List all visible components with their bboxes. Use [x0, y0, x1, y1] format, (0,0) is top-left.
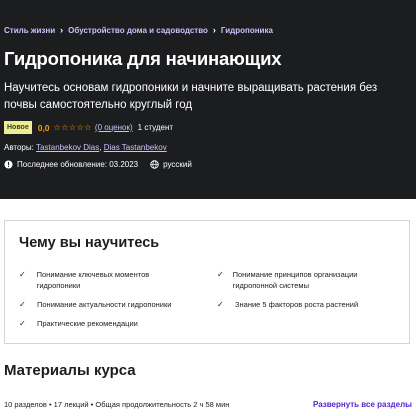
chevron-right-icon: ›: [60, 25, 64, 35]
star-rating-icon: ☆☆☆☆☆: [53, 123, 92, 132]
what-you-learn-title: Чему вы научитесь: [19, 235, 160, 251]
learn-item: ✓ Практические рекомендации: [19, 319, 138, 328]
breadcrumb-home-garden[interactable]: Обустройство дома и садоводство: [68, 26, 208, 35]
expand-all-sections-button[interactable]: Развернуть все разделы: [313, 400, 412, 409]
author-link[interactable]: Dias Tastanbekov: [104, 143, 167, 152]
breadcrumb: Стиль жизни › Обустройство дома и садово…: [4, 25, 273, 35]
course-subtitle: Научитесь основам гидропоники и начните …: [4, 82, 378, 111]
authors-row: Авторы: Tastanbekov Dias, Dias Tastanbek…: [4, 143, 167, 152]
authors-label: Авторы:: [4, 143, 34, 152]
globe-icon: [150, 160, 159, 169]
breadcrumb-lifestyle[interactable]: Стиль жизни: [4, 26, 55, 35]
check-icon: ✓: [217, 300, 224, 309]
rating-value: 0,0: [37, 122, 50, 133]
check-icon: ✓: [19, 270, 26, 279]
alert-icon: [4, 160, 13, 169]
check-icon: ✓: [19, 319, 26, 328]
what-you-learn-box: Чему вы научитесь ✓ Понимание ключевых м…: [4, 220, 410, 344]
course-language: русский: [163, 160, 192, 169]
check-icon: ✓: [19, 300, 26, 309]
course-content-summary: 10 разделов • 17 лекций • Общая продолжи…: [4, 400, 230, 409]
course-content-title: Материалы курса: [4, 362, 136, 379]
reviews-link[interactable]: (0 оценок): [95, 123, 133, 132]
new-badge: Новое: [4, 121, 32, 134]
breadcrumb-hydroponics[interactable]: Гидропоника: [221, 26, 273, 35]
course-info-row: Последнее обновление: 03.2023 русский: [4, 160, 192, 169]
check-icon: ✓: [217, 270, 224, 279]
course-header: Стиль жизни › Обустройство дома и садово…: [0, 0, 416, 199]
last-updated: Последнее обновление: 03.2023: [17, 160, 139, 169]
learn-item: ✓ Понимание принципов организации гидроп…: [217, 270, 358, 290]
author-link[interactable]: Tastanbekov Dias: [36, 143, 99, 152]
learn-item: ✓ Понимание ключевых моментов гидропоник…: [19, 270, 150, 290]
course-title: Гидропоника для начинающих: [4, 48, 282, 69]
learn-item: ✓ Понимание актуальности гидропоники: [19, 300, 172, 309]
course-rating-row: Новое 0,0 ☆☆☆☆☆ (0 оценок) 1 студент: [4, 121, 173, 134]
student-count: 1 студент: [137, 123, 174, 132]
learn-item: ✓ Знание 5 факторов роста растений: [217, 300, 359, 309]
chevron-right-icon: ›: [212, 25, 216, 35]
